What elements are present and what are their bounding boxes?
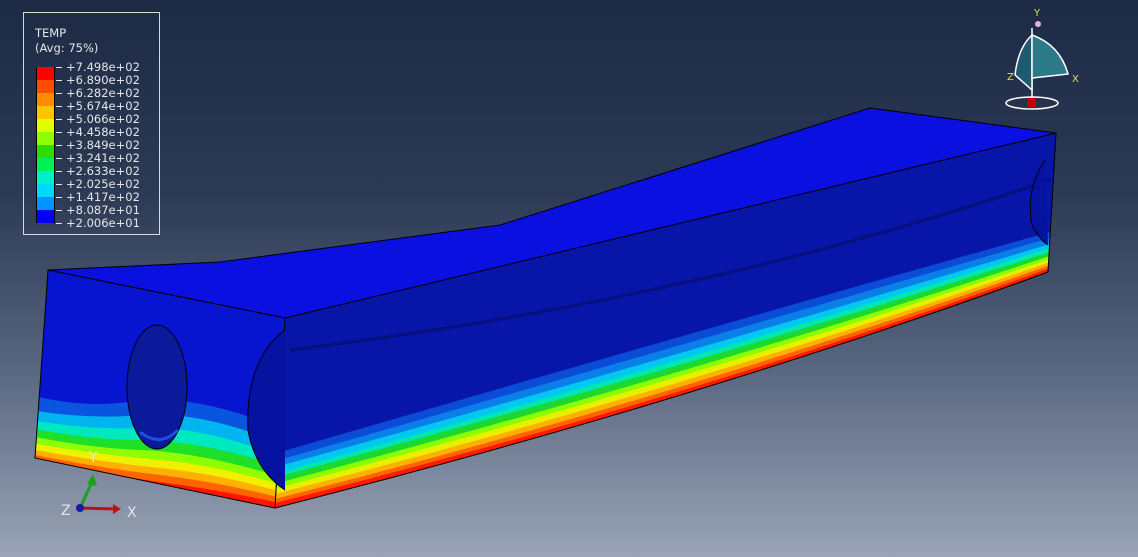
legend-swatch: [36, 67, 55, 80]
legend-tick: [56, 119, 62, 120]
legend-value-label: +5.674e+02: [66, 99, 140, 113]
legend-value-label: +6.282e+02: [66, 86, 140, 100]
triad-z-label: Z: [61, 503, 71, 519]
legend-tick: [56, 197, 62, 198]
view-z-label: Z: [1007, 72, 1014, 83]
legend-value-label: +7.498e+02: [66, 60, 140, 74]
legend-swatch: [36, 197, 55, 210]
legend-value-label: +8.087e+01: [66, 203, 140, 217]
legend-swatch: [36, 119, 55, 132]
legend-value-label: +2.025e+02: [66, 177, 140, 191]
legend-value-label: +2.633e+02: [66, 164, 140, 178]
legend-tick: [56, 158, 62, 159]
legend-swatch: [36, 145, 55, 158]
view-orientation-icon[interactable]: Y X Z: [1005, 8, 1079, 110]
legend-tick: [56, 184, 62, 185]
legend-value-label: +6.890e+02: [66, 73, 140, 87]
triad-y-label: Y: [88, 450, 98, 466]
legend-swatch: [36, 93, 55, 106]
contour-legend: TEMP (Avg: 75%) +7.498e+02 +6.890e+02 +6.2…: [23, 12, 160, 235]
legend-tick: [56, 93, 62, 94]
legend-tick: [56, 67, 62, 68]
legend-value-label: +3.241e+02: [66, 151, 140, 165]
legend-swatch: [36, 158, 55, 171]
legend-value-label: +4.458e+02: [66, 125, 140, 139]
legend-swatch: [36, 184, 55, 197]
legend-value-label: +3.849e+02: [66, 138, 140, 152]
view-x-label: X: [1072, 74, 1079, 85]
legend-tick: [56, 80, 62, 81]
legend-value-label: +2.006e+01: [66, 216, 140, 230]
legend-swatch: [36, 80, 55, 93]
legend-tick: [56, 106, 62, 107]
legend-tick: [56, 210, 62, 211]
legend-swatch: [36, 106, 55, 119]
legend-tick: [56, 145, 62, 146]
legend-subtitle: (Avg: 75%): [35, 41, 99, 55]
legend-tick: [56, 132, 62, 133]
legend-title: TEMP: [35, 26, 67, 40]
legend-swatch: [36, 132, 55, 145]
legend-swatch: [36, 210, 55, 223]
legend-tick: [56, 171, 62, 172]
legend-value-label: +1.417e+02: [66, 190, 140, 204]
legend-swatch: [36, 171, 55, 184]
legend-tick: [56, 223, 62, 224]
model-viewport[interactable]: X Y Z Y X Z: [0, 0, 1138, 557]
legend-value-label: +5.066e+02: [66, 112, 140, 126]
view-y-label: Y: [1033, 8, 1041, 19]
triad-x-label: X: [127, 505, 137, 521]
